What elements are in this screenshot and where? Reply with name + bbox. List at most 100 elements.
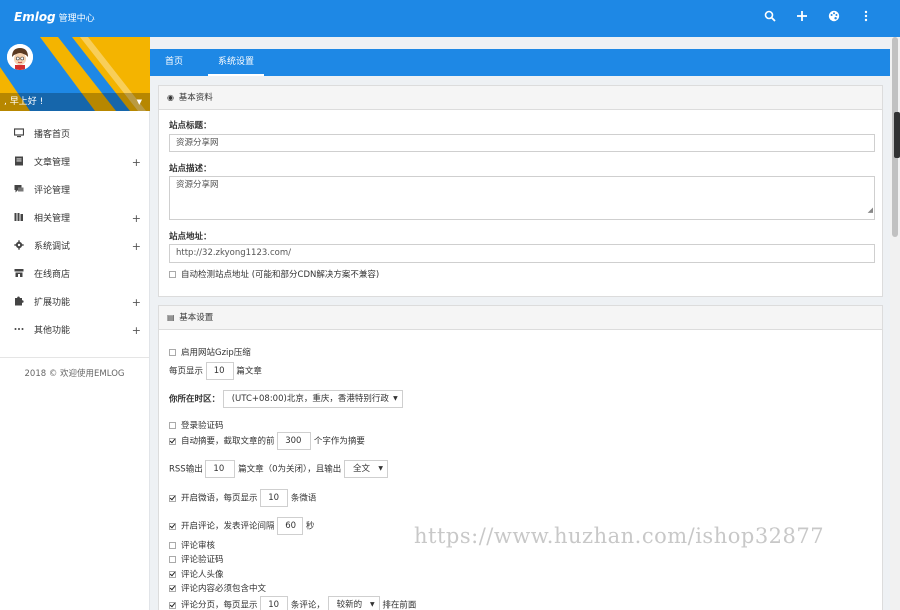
- timezone-row: 你所在时区： (UTC+08:00)北京，重庆，香港特别行政 ▼: [169, 390, 403, 408]
- search-icon[interactable]: [762, 10, 778, 26]
- comment-captcha-row[interactable]: 评论验证码: [169, 553, 224, 565]
- comment-row: 开启评论，发表评论间隔 60 秒: [169, 517, 314, 535]
- rss-row: RSS输出 10 篇文章（0为关闭），且输出 全文 ▼: [169, 460, 388, 478]
- comment-avatar-checkbox[interactable]: [169, 571, 176, 578]
- login-captcha-row[interactable]: 登录验证码: [169, 419, 224, 431]
- summary-suffix: 个字作为摘要: [313, 436, 365, 447]
- basic-settings-panel: ▤ 基本设置 启用网站Gzip压缩 每页显示 10 篇文章 你所在时区： (UT…: [158, 305, 883, 610]
- library-icon: [14, 205, 24, 233]
- comment-interval-input[interactable]: 60: [277, 517, 304, 535]
- expand-plus-icon[interactable]: +: [132, 289, 141, 317]
- expand-plus-icon[interactable]: +: [132, 233, 141, 261]
- top-navbar: Emlog 管理中心: [0, 0, 900, 37]
- comment-avatar-row[interactable]: 评论人头像: [169, 568, 224, 580]
- sidebar-item-label: 其他功能: [34, 326, 71, 336]
- comment-checkbox[interactable]: [169, 522, 176, 530]
- sidebar-item-label: 在线商店: [34, 270, 71, 280]
- rss-prefix: RSS输出: [169, 464, 203, 475]
- comment-paging-checkbox[interactable]: [169, 601, 176, 609]
- comment-icon: [14, 177, 24, 205]
- list-icon: ▤: [167, 313, 175, 322]
- sidebar-item-home[interactable]: 播客首页: [0, 121, 149, 149]
- tab-home[interactable]: 首页: [156, 49, 192, 76]
- site-title-input[interactable]: 资源分享网: [169, 134, 875, 152]
- sidebar-item-other[interactable]: 其他功能 +: [0, 317, 149, 345]
- panel-title: 基本设置: [179, 313, 214, 323]
- login-captcha-checkbox[interactable]: [169, 422, 176, 429]
- comment-captcha-checkbox[interactable]: [169, 556, 176, 563]
- avatar[interactable]: [7, 44, 33, 70]
- sidebar-menu: 播客首页 文章管理 + 评论管理 相关管理 + 系统调试 + 在线商店 扩展功能: [0, 121, 149, 345]
- sidebar-item-store[interactable]: 在线商店: [0, 261, 149, 289]
- rss-mode-select[interactable]: 全文 ▼: [343, 460, 388, 478]
- auto-detect-label: 自动检测站点地址 (可能和部分CDN解决方案不兼容): [181, 270, 380, 280]
- twitter-count-input[interactable]: 10: [260, 489, 289, 507]
- comment-captcha-label: 评论验证码: [181, 555, 224, 565]
- summary-length-input[interactable]: 300: [277, 432, 312, 450]
- panel-title: 基本资料: [178, 93, 213, 103]
- comment-order-select[interactable]: 较新的 ▼: [327, 596, 380, 610]
- sidebar-item-system[interactable]: 系统调试 +: [0, 233, 149, 261]
- auto-detect-checkbox[interactable]: [169, 271, 176, 278]
- gzip-row[interactable]: 启用网站Gzip压缩: [169, 346, 251, 358]
- rss-middle: 篇文章（0为关闭），且输出: [238, 464, 342, 475]
- more-vertical-icon[interactable]: [858, 10, 874, 26]
- sidebar-item-extensions[interactable]: 扩展功能 +: [0, 289, 149, 317]
- caret-down-icon: ▼: [370, 601, 375, 608]
- rss-mode-value: 全文: [352, 464, 370, 474]
- twitter-checkbox[interactable]: [169, 494, 176, 502]
- twitter-suffix: 条微语: [290, 493, 317, 504]
- sidebar-item-label: 相关管理: [34, 214, 71, 224]
- auto-detect-row[interactable]: 自动检测站点地址 (可能和部分CDN解决方案不兼容): [169, 268, 379, 280]
- brand-logo: Emlog: [14, 10, 56, 24]
- article-icon: [14, 149, 24, 177]
- comment-paging-input[interactable]: 10: [260, 596, 289, 610]
- greeting-dropdown[interactable]: , 早上好 ! ▼: [0, 93, 150, 111]
- sidebar-item-label: 播客首页: [34, 130, 71, 140]
- comment-chinese-checkbox[interactable]: [169, 585, 176, 592]
- comment-chinese-label: 评论内容必须包含中文: [181, 584, 267, 594]
- gzip-checkbox[interactable]: [169, 349, 176, 356]
- gzip-label: 启用网站Gzip压缩: [181, 348, 251, 358]
- expand-plus-icon[interactable]: +: [132, 149, 141, 177]
- comment-review-row[interactable]: 评论审核: [169, 539, 215, 551]
- auto-summary-checkbox[interactable]: [169, 437, 176, 445]
- per-page-prefix: 每页显示: [169, 366, 204, 377]
- timezone-select[interactable]: (UTC+08:00)北京，重庆，香港特别行政 ▼: [222, 390, 403, 408]
- comment-review-checkbox[interactable]: [169, 542, 176, 549]
- site-url-input[interactable]: http://32.zkyong1123.com/: [169, 244, 875, 263]
- plus-icon[interactable]: [794, 10, 810, 26]
- tab-bar: 首页 系统设置: [150, 49, 890, 76]
- caret-down-icon: ▼: [393, 395, 398, 402]
- comment-order-value: 较新的: [336, 600, 363, 610]
- login-captcha-label: 登录验证码: [181, 421, 224, 431]
- brand[interactable]: Emlog 管理中心: [14, 10, 95, 24]
- sidebar-item-comments[interactable]: 评论管理: [0, 177, 149, 205]
- expand-plus-icon[interactable]: +: [132, 205, 141, 233]
- site-desc-textarea[interactable]: 资源分享网 ◢: [169, 176, 875, 220]
- palette-icon[interactable]: [826, 10, 842, 26]
- sidebar-item-articles[interactable]: 文章管理 +: [0, 149, 149, 177]
- comment-suffix: 秒: [305, 521, 315, 532]
- per-page-input[interactable]: 10: [205, 362, 234, 380]
- comment-label: 开启评论，发表评论间隔: [181, 521, 275, 532]
- auto-summary-row: 自动摘要，截取文章的前 300 个字作为摘要: [169, 432, 365, 450]
- sidebar-item-label: 文章管理: [34, 158, 71, 168]
- sidebar: , 早上好 ! ▼ 播客首页 文章管理 + 评论管理 相关管理 + 系统调试 +: [0, 37, 150, 610]
- resize-handle-icon[interactable]: ◢: [868, 202, 873, 218]
- sidebar-item-related[interactable]: 相关管理 +: [0, 205, 149, 233]
- caret-down-icon: ▼: [378, 465, 383, 472]
- profile-banner: , 早上好 ! ▼: [0, 37, 150, 111]
- sidebar-item-label: 系统调试: [34, 242, 71, 252]
- per-page-row: 每页显示 10 篇文章: [169, 362, 262, 380]
- monitor-icon: [13, 121, 25, 149]
- store-icon: [14, 261, 24, 289]
- side-drawer-handle[interactable]: [894, 112, 900, 158]
- expand-plus-icon[interactable]: +: [132, 317, 141, 345]
- ellipsis-icon: [14, 317, 24, 345]
- sidebar-footer: 2018 © 欢迎使用EMLOG: [0, 357, 149, 379]
- tab-system-settings[interactable]: 系统设置: [208, 49, 264, 76]
- rss-count-input[interactable]: 10: [205, 460, 236, 478]
- comment-chinese-row[interactable]: 评论内容必须包含中文: [169, 582, 266, 594]
- panel-header: ◉ 基本资料: [159, 86, 882, 110]
